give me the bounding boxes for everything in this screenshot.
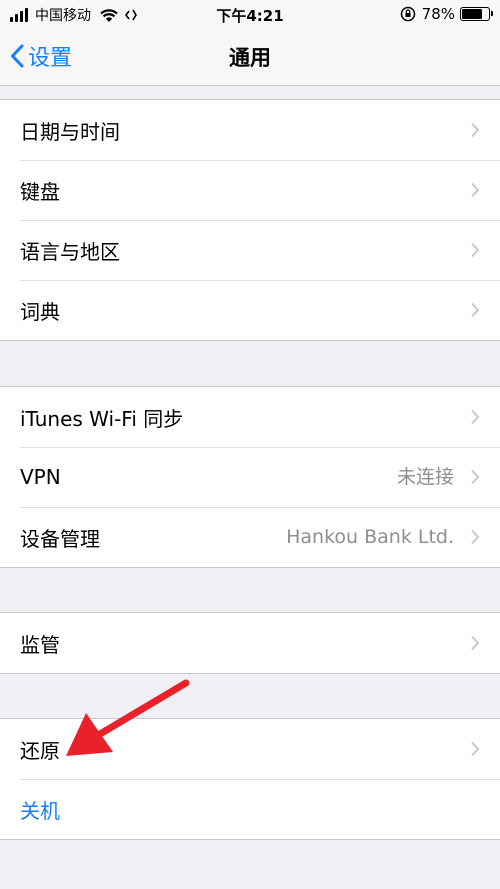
row-label: 设备管理 xyxy=(20,526,100,551)
chevron-right-icon xyxy=(471,122,480,138)
row-date-time[interactable]: 日期与时间 xyxy=(0,100,500,160)
chevron-right-icon xyxy=(471,469,480,485)
settings-group-4: 还原 关机 xyxy=(0,718,500,840)
row-label: 键盘 xyxy=(20,179,60,204)
navigation-bar: 设置 通用 xyxy=(0,30,500,86)
row-label: 日期与时间 xyxy=(20,119,120,144)
chevron-right-icon xyxy=(471,409,480,425)
row-label: 语言与地区 xyxy=(20,239,120,264)
row-keyboard[interactable]: 键盘 xyxy=(0,160,500,220)
settings-group-3: 监管 xyxy=(0,612,500,674)
status-right: 78% xyxy=(400,5,493,23)
row-device-management[interactable]: 设备管理 Hankou Bank Ltd. xyxy=(0,507,500,567)
row-label: 词典 xyxy=(20,299,60,324)
row-label: iTunes Wi-Fi 同步 xyxy=(20,406,184,431)
row-language-region[interactable]: 语言与地区 xyxy=(0,220,500,280)
row-dictionary[interactable]: 词典 xyxy=(0,280,500,340)
battery-icon xyxy=(460,7,493,21)
chevron-right-icon xyxy=(471,635,480,651)
battery-percent: 78% xyxy=(421,5,455,23)
settings-group-2: iTunes Wi-Fi 同步 VPN 未连接 设备管理 Hankou Bank… xyxy=(0,386,500,568)
row-label: 监管 xyxy=(20,632,60,657)
battery-fill xyxy=(462,9,483,19)
page-title: 通用 xyxy=(229,46,271,70)
vpn-status-value: 未连接 xyxy=(396,466,454,488)
row-supervision[interactable]: 监管 xyxy=(0,613,500,673)
device-management-value: Hankou Bank Ltd. xyxy=(286,526,454,548)
shut-down-label: 关机 xyxy=(20,798,60,823)
settings-group-1: 日期与时间 键盘 语言与地区 词典 xyxy=(0,99,500,341)
chevron-right-icon xyxy=(471,529,480,545)
orientation-lock-icon xyxy=(400,6,415,22)
chevron-right-icon xyxy=(471,242,480,258)
row-reset[interactable]: 还原 xyxy=(0,719,500,779)
row-itunes-wifi-sync[interactable]: iTunes Wi-Fi 同步 xyxy=(0,387,500,447)
status-bar: 中国移动 下午4:21 78% xyxy=(0,0,500,30)
row-vpn[interactable]: VPN 未连接 xyxy=(0,447,500,507)
chevron-right-icon xyxy=(471,302,480,318)
chevron-right-icon xyxy=(471,741,480,757)
row-label: 还原 xyxy=(20,738,60,763)
chevron-right-icon xyxy=(471,182,480,198)
row-label: VPN xyxy=(20,465,61,489)
row-shut-down[interactable]: 关机 xyxy=(0,779,500,839)
